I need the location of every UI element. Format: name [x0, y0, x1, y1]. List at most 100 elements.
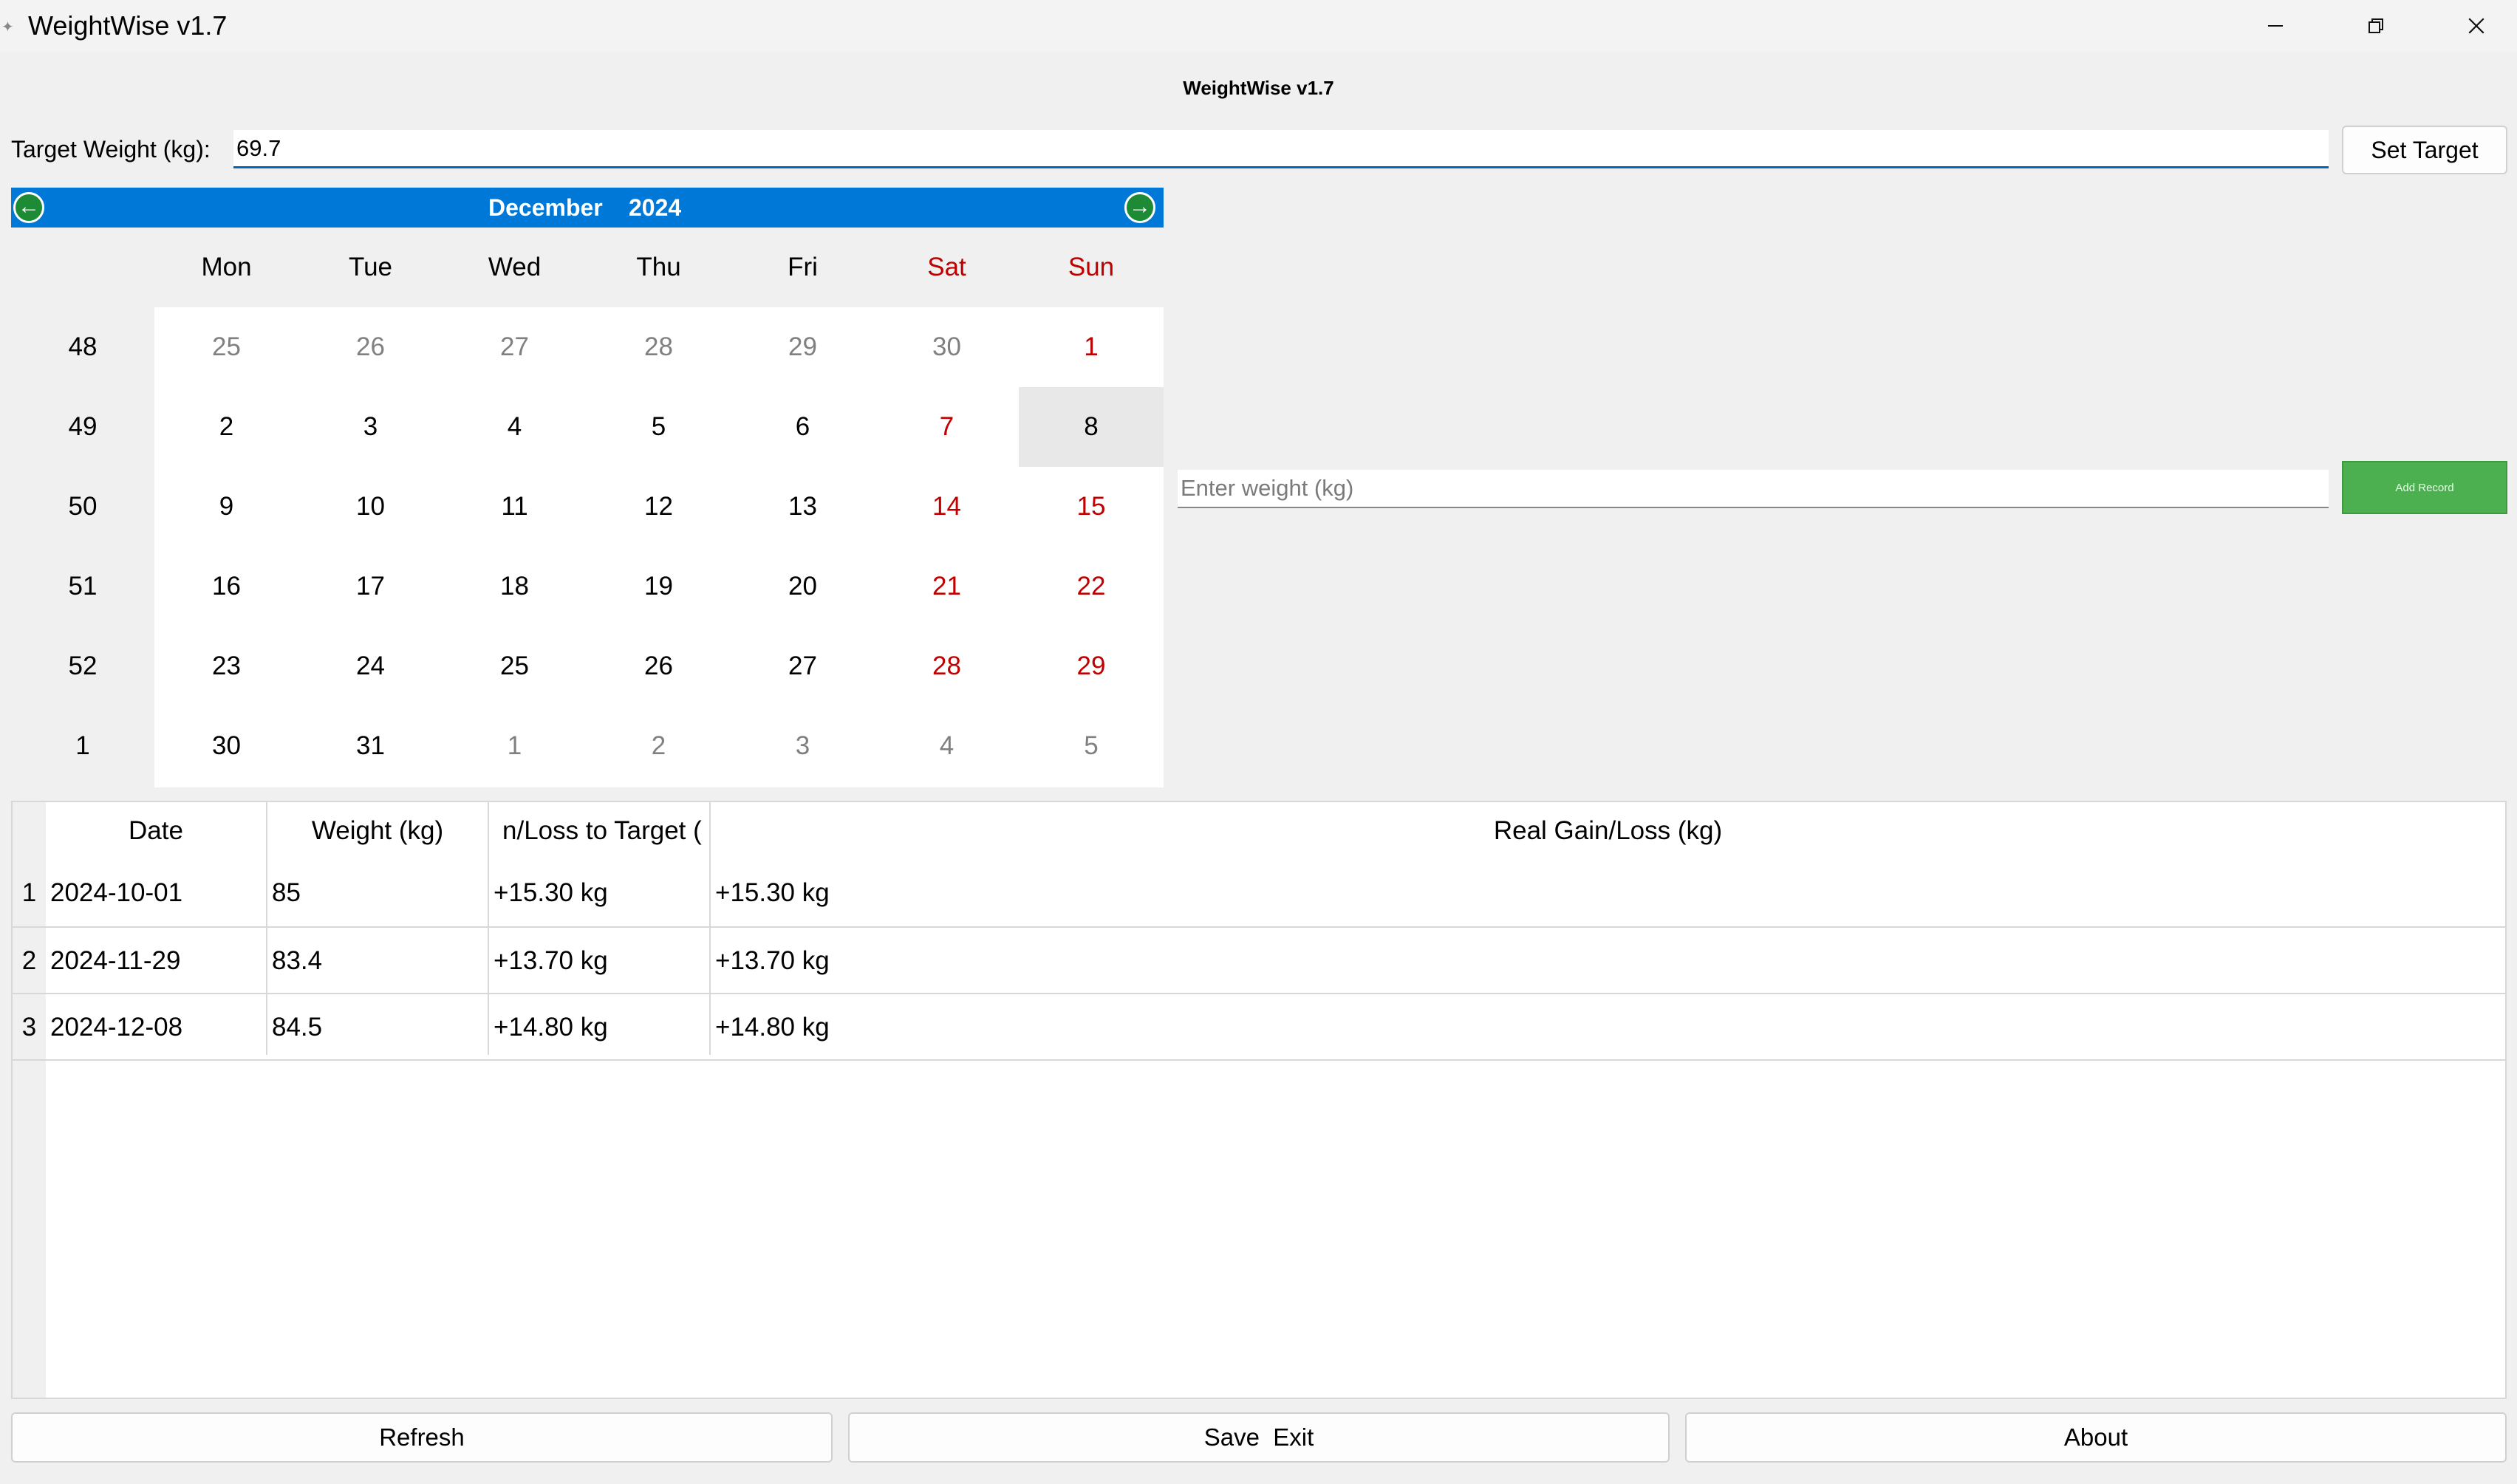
weekday-label: Thu: [636, 253, 681, 281]
cell-real-gain-loss[interactable]: +14.80 kg: [711, 994, 830, 1061]
cell-date[interactable]: 2024-12-08: [46, 994, 182, 1061]
column-header-real-gain-loss[interactable]: Real Gain/Loss (kg): [711, 802, 2505, 860]
week-number: 48: [68, 332, 98, 361]
calendar-day[interactable]: 3: [731, 706, 875, 786]
app-icon: ✦: [1, 19, 14, 35]
cell-weight[interactable]: 84.5: [267, 994, 322, 1061]
weekday-label: Tue: [348, 253, 392, 281]
calendar-day[interactable]: 12: [587, 467, 731, 547]
calendar-day[interactable]: 16: [154, 547, 298, 626]
records-table: Date Weight (kg) n/Loss to Target ( Real…: [11, 801, 2507, 1399]
cell-weight[interactable]: 83.4: [267, 928, 322, 994]
calendar-day[interactable]: 10: [298, 467, 443, 547]
weekday-header-row: Mon Tue Wed Thu Fri Sat Sun: [11, 228, 1164, 307]
calendar-day[interactable]: 11: [443, 467, 587, 547]
calendar-day[interactable]: 28: [587, 307, 731, 387]
cell-to-target[interactable]: +13.70 kg: [489, 928, 608, 994]
refresh-button[interactable]: Refresh: [11, 1412, 833, 1463]
calendar-day[interactable]: 30: [875, 307, 1019, 387]
save-exit-button[interactable]: Save Exit: [848, 1412, 1670, 1463]
calendar-day[interactable]: 2: [154, 387, 298, 467]
column-header-to-target[interactable]: n/Loss to Target (: [489, 802, 709, 860]
target-weight-label: Target Weight (kg):: [11, 136, 211, 163]
week-number: 51: [68, 572, 98, 601]
calendar-year[interactable]: 2024: [629, 192, 681, 223]
calendar-day[interactable]: 2: [587, 706, 731, 786]
window-title: WeightWise v1.7: [28, 10, 228, 41]
calendar-day[interactable]: 25: [154, 307, 298, 387]
calendar-day[interactable]: 29: [1019, 626, 1164, 706]
row-divider: [13, 1059, 2505, 1061]
calendar-day[interactable]: 21: [875, 547, 1019, 626]
column-header-weight[interactable]: Weight (kg): [267, 802, 488, 860]
weekday-label: Sat: [927, 253, 966, 281]
calendar-day[interactable]: 6: [731, 387, 875, 467]
week-number: 52: [68, 652, 98, 680]
calendar-day[interactable]: 18: [443, 547, 587, 626]
week-number: 1: [75, 731, 90, 760]
about-button[interactable]: About: [1685, 1412, 2507, 1463]
calendar-day[interactable]: 22: [1019, 547, 1164, 626]
weekday-label: Fri: [788, 253, 818, 281]
minimize-icon[interactable]: [2225, 0, 2326, 52]
cell-real-gain-loss[interactable]: +15.30 kg: [711, 860, 830, 926]
calendar-day[interactable]: 26: [587, 626, 731, 706]
calendar-day[interactable]: 1: [1019, 307, 1164, 387]
calendar-day[interactable]: 30: [154, 706, 298, 786]
calendar-day[interactable]: 25: [443, 626, 587, 706]
calendar-day[interactable]: 9: [154, 467, 298, 547]
arrow-right-icon[interactable]: →: [1124, 192, 1155, 223]
calendar-nav-bar: ← December 2024 →: [11, 188, 1164, 228]
row-divider: [13, 926, 2505, 928]
cell-weight[interactable]: 85: [267, 860, 301, 926]
target-weight-input[interactable]: [233, 130, 2329, 168]
app-heading: WeightWise v1.7: [1183, 77, 1334, 99]
calendar-day[interactable]: 14: [875, 467, 1019, 547]
row-number[interactable]: 1: [13, 860, 46, 926]
set-target-button[interactable]: Set Target: [2342, 126, 2507, 174]
calendar-day[interactable]: 23: [154, 626, 298, 706]
cell-date[interactable]: 2024-10-01: [46, 860, 182, 926]
calendar-day[interactable]: 4: [443, 387, 587, 467]
row-divider: [13, 993, 2505, 994]
calendar-day[interactable]: 5: [1019, 706, 1164, 786]
calendar-day[interactable]: 3: [298, 387, 443, 467]
calendar-day[interactable]: 20: [731, 547, 875, 626]
calendar-day[interactable]: 24: [298, 626, 443, 706]
close-icon[interactable]: [2426, 0, 2517, 52]
weekday-label: Wed: [488, 253, 542, 281]
calendar-day-selected[interactable]: 8: [1019, 387, 1164, 467]
cell-to-target[interactable]: +14.80 kg: [489, 994, 608, 1061]
calendar-month[interactable]: December: [488, 192, 603, 223]
calendar-day[interactable]: 19: [587, 547, 731, 626]
arrow-left-icon[interactable]: ←: [13, 192, 44, 223]
week-number: 49: [68, 412, 98, 441]
row-number[interactable]: 3: [13, 994, 46, 1061]
calendar-day[interactable]: 5: [587, 387, 731, 467]
calendar-day[interactable]: 31: [298, 706, 443, 786]
calendar-day[interactable]: 28: [875, 626, 1019, 706]
calendar-day[interactable]: 7: [875, 387, 1019, 467]
weekday-label: Sun: [1068, 253, 1115, 281]
calendar-day[interactable]: 4: [875, 706, 1019, 786]
add-record-button[interactable]: Add Record: [2342, 461, 2507, 514]
row-number[interactable]: 2: [13, 928, 46, 994]
title-bar: ✦ WeightWise v1.7: [0, 0, 2517, 52]
calendar-day[interactable]: 26: [298, 307, 443, 387]
calendar-day[interactable]: 15: [1019, 467, 1164, 547]
week-number: 50: [68, 492, 98, 521]
calendar: ← December 2024 → Mon Tue Wed Thu Fri Sa…: [11, 188, 1164, 787]
restore-icon[interactable]: [2326, 0, 2426, 52]
weekday-label: Mon: [201, 253, 252, 281]
cell-date[interactable]: 2024-11-29: [46, 928, 180, 994]
weight-input[interactable]: [1178, 470, 2329, 508]
calendar-day[interactable]: 17: [298, 547, 443, 626]
calendar-day[interactable]: 27: [731, 626, 875, 706]
calendar-day[interactable]: 27: [443, 307, 587, 387]
calendar-day[interactable]: 13: [731, 467, 875, 547]
cell-to-target[interactable]: +15.30 kg: [489, 860, 608, 926]
calendar-day[interactable]: 1: [443, 706, 587, 786]
column-header-date[interactable]: Date: [46, 802, 266, 860]
cell-real-gain-loss[interactable]: +13.70 kg: [711, 928, 830, 994]
calendar-day[interactable]: 29: [731, 307, 875, 387]
